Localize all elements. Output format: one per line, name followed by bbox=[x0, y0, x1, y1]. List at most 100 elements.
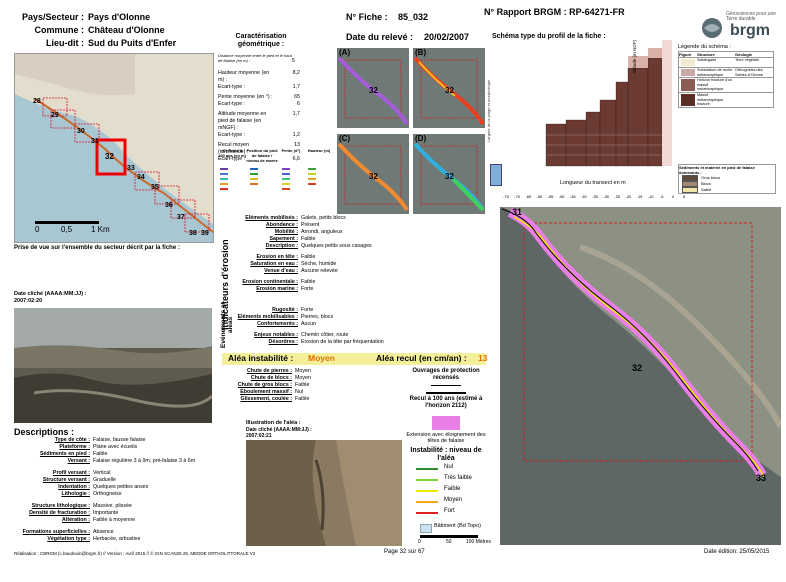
legend-recul: Recul à 100 ans (estimé à l'horizon 2112… bbox=[409, 396, 483, 409]
geometry-row: Ecart-type : 1,7 bbox=[218, 84, 304, 91]
map-label-33: 33 bbox=[127, 165, 135, 172]
profile-x-tick: -50 bbox=[558, 194, 565, 199]
legend-scale: 0 50 100 Mètres bbox=[406, 533, 491, 547]
descriptions-row: Versant : Falaise régulière 3 à 9m, pré-f… bbox=[14, 458, 244, 465]
descriptions-row: Profil versant : Vertical bbox=[14, 470, 244, 477]
geometry-key: Ecart-type : bbox=[218, 84, 246, 90]
legend-instab-title: Instabilité : niveau de l'aléa bbox=[410, 447, 482, 462]
events-row: Enjeux notables : Chemin côtier, route bbox=[232, 332, 482, 339]
alea-key: Glissement, coulée : bbox=[240, 396, 292, 402]
descriptions-key: Indentation : bbox=[58, 484, 90, 490]
descriptions-row: Végétation type : Herbacée, arbustive bbox=[14, 536, 244, 543]
geometry-value: 1,7 bbox=[292, 84, 300, 90]
photo1-date-value: 2007:02:20 bbox=[14, 298, 43, 304]
erosion-value: Sèche, humide bbox=[301, 261, 337, 267]
legend-level-3: Moyen bbox=[406, 496, 486, 507]
profile-x-tick: -45 bbox=[569, 194, 576, 199]
mini-map-c-label: 32 bbox=[369, 172, 378, 181]
descriptions-key: Versant : bbox=[67, 458, 90, 464]
legend-scale-50: 50 bbox=[446, 539, 452, 545]
sediment-row: Sable bbox=[679, 187, 775, 193]
erosion-key: Erosion marine : bbox=[256, 286, 298, 292]
geometry-value: 8,2 bbox=[292, 70, 300, 76]
geometry-key: Pente moyenne (en °) : bbox=[218, 94, 273, 100]
pays-label: Pays/Secteur : bbox=[21, 12, 84, 22]
profile-legend-geologie bbox=[735, 93, 773, 107]
descriptions-key: Type de côte : bbox=[54, 437, 90, 443]
descriptions-value: Plane avec écueils bbox=[93, 444, 138, 450]
descriptions-title: Descriptions : bbox=[14, 427, 75, 437]
map-label-36: 36 bbox=[165, 202, 173, 209]
sediment-title: Sédiments et matériel en pied de falaise… bbox=[679, 165, 755, 175]
erosion-key: Erosion continentale : bbox=[242, 279, 298, 285]
aerial-label-33: 33 bbox=[756, 473, 767, 483]
legend-level-swatch bbox=[416, 490, 438, 492]
legend-extension: Extension avec éloignement des têtes de … bbox=[406, 432, 486, 444]
alea-row: Glissement, coulée : Faible bbox=[232, 396, 392, 403]
aerial-label-32: 32 bbox=[632, 363, 643, 373]
alea-key: Eboulement massif : bbox=[240, 389, 292, 395]
alea-banner: Aléa instabilité : Moyen Aléa recul (en … bbox=[222, 353, 487, 365]
legend-level-4: Fort bbox=[406, 507, 486, 518]
profile-legend-header: Figuré Structure Géologie bbox=[678, 51, 774, 58]
erosion-value: Arrondi, anguleux bbox=[301, 229, 343, 235]
map-label-29: 29 bbox=[51, 112, 59, 119]
map-label-34: 34 bbox=[137, 174, 145, 181]
descriptions-row: Structure lithologique : Massive, plissée bbox=[14, 503, 244, 510]
legend-level-0: Nul bbox=[406, 463, 486, 474]
profile-x-tick: -75 bbox=[503, 194, 509, 199]
alea-row: Chute de blocs : Moyen bbox=[232, 375, 392, 382]
geometry-key: Ecart-type : bbox=[218, 101, 246, 107]
legend-level-swatch bbox=[416, 501, 438, 503]
mini-map-b: (B) 32 bbox=[413, 48, 485, 128]
legend-col-pente: Pente (d°) bbox=[281, 148, 301, 153]
mini-map-c: (C) 32 bbox=[337, 134, 409, 214]
erosion-key: Abondance : bbox=[265, 222, 298, 228]
photo1-date-label: Date cliché (AAAA:MM:JJ) : bbox=[14, 291, 87, 297]
profile-legend-structure: Substratum de roche métamorphique bbox=[697, 68, 733, 77]
erosion-row: Erosion marine : Forte bbox=[232, 286, 482, 293]
mini-map-d-label: 32 bbox=[445, 172, 454, 181]
events-row: Eléments mobilisables : Pierres, blocs bbox=[232, 314, 482, 321]
profile-x-tick: -65 bbox=[525, 194, 532, 199]
erosion-row: Sapement : Faible bbox=[232, 236, 482, 243]
descriptions-value: Vertical bbox=[93, 470, 111, 476]
mini-map-a-label: 32 bbox=[369, 86, 378, 95]
erosion-value: Faible bbox=[301, 236, 316, 242]
location-map: 28 29 30 31 32 33 34 35 36 37 38 39 0 0,… bbox=[14, 53, 214, 243]
descriptions-list: Type de côte : Falaise, fausse falaise Pla… bbox=[14, 437, 244, 543]
profile-x-tick: -25 bbox=[614, 194, 621, 199]
descriptions-key: Altération : bbox=[62, 517, 90, 523]
alea-value: Moyen bbox=[295, 368, 311, 374]
erosion-key: Erosion en tête : bbox=[256, 254, 299, 260]
profile-legend-row: Massif métamorphique fracturé bbox=[678, 92, 774, 108]
profile-left-caption: Largeur de la plage et morphologie bbox=[486, 80, 491, 143]
descriptions-key: Formations superficielles : bbox=[22, 529, 90, 535]
alea-row: Chute de gros blocs : Faible bbox=[232, 382, 392, 389]
profile-legend-swatch bbox=[681, 79, 695, 91]
map-scale-bar bbox=[35, 221, 99, 224]
profile-x-tick: -55 bbox=[547, 194, 554, 199]
descriptions-value: Graduelle bbox=[93, 477, 116, 483]
profile-legend-swatch bbox=[681, 93, 695, 106]
descriptions-key: Sédiments en pied : bbox=[39, 451, 90, 457]
batiment-swatch bbox=[420, 524, 432, 533]
descriptions-value: Massive, plissée bbox=[93, 503, 132, 509]
descriptions-key: Lithologie : bbox=[61, 491, 90, 497]
legend-header-geologie: Géologie bbox=[735, 52, 753, 57]
legend-batiment: Bâtiment (Bd Topo) bbox=[406, 523, 486, 533]
alea-key: Chute de gros blocs : bbox=[237, 382, 292, 388]
legend-level-1: Très faible bbox=[406, 474, 486, 485]
events-value: Forte bbox=[301, 307, 314, 313]
geometry-row: Pente moyenne (en °) : 65 bbox=[218, 94, 304, 101]
profile-x-label: Longueur du transect en m bbox=[560, 180, 626, 186]
erosion-value: Présent bbox=[301, 222, 320, 228]
profile-x-ticks: -75 -70 -65 -60 -55 -50 -45 -40 -35 -30 -25 -20 -15-… bbox=[503, 194, 686, 202]
map-legend: Ouvrages de protection recensés Recul à … bbox=[406, 368, 491, 547]
events-row: Rugosité : Forte bbox=[232, 307, 482, 314]
geometry-value: 6 bbox=[297, 101, 300, 107]
descriptions-value: Orthogneiss bbox=[93, 491, 122, 497]
erosion-key: Eléments mobilisés : bbox=[245, 215, 298, 221]
alea-list: Chute de pierres : Moyen Chute de blocs :M… bbox=[232, 368, 392, 403]
geometry-key: Hauteur moyenne (en m) : bbox=[218, 70, 270, 83]
